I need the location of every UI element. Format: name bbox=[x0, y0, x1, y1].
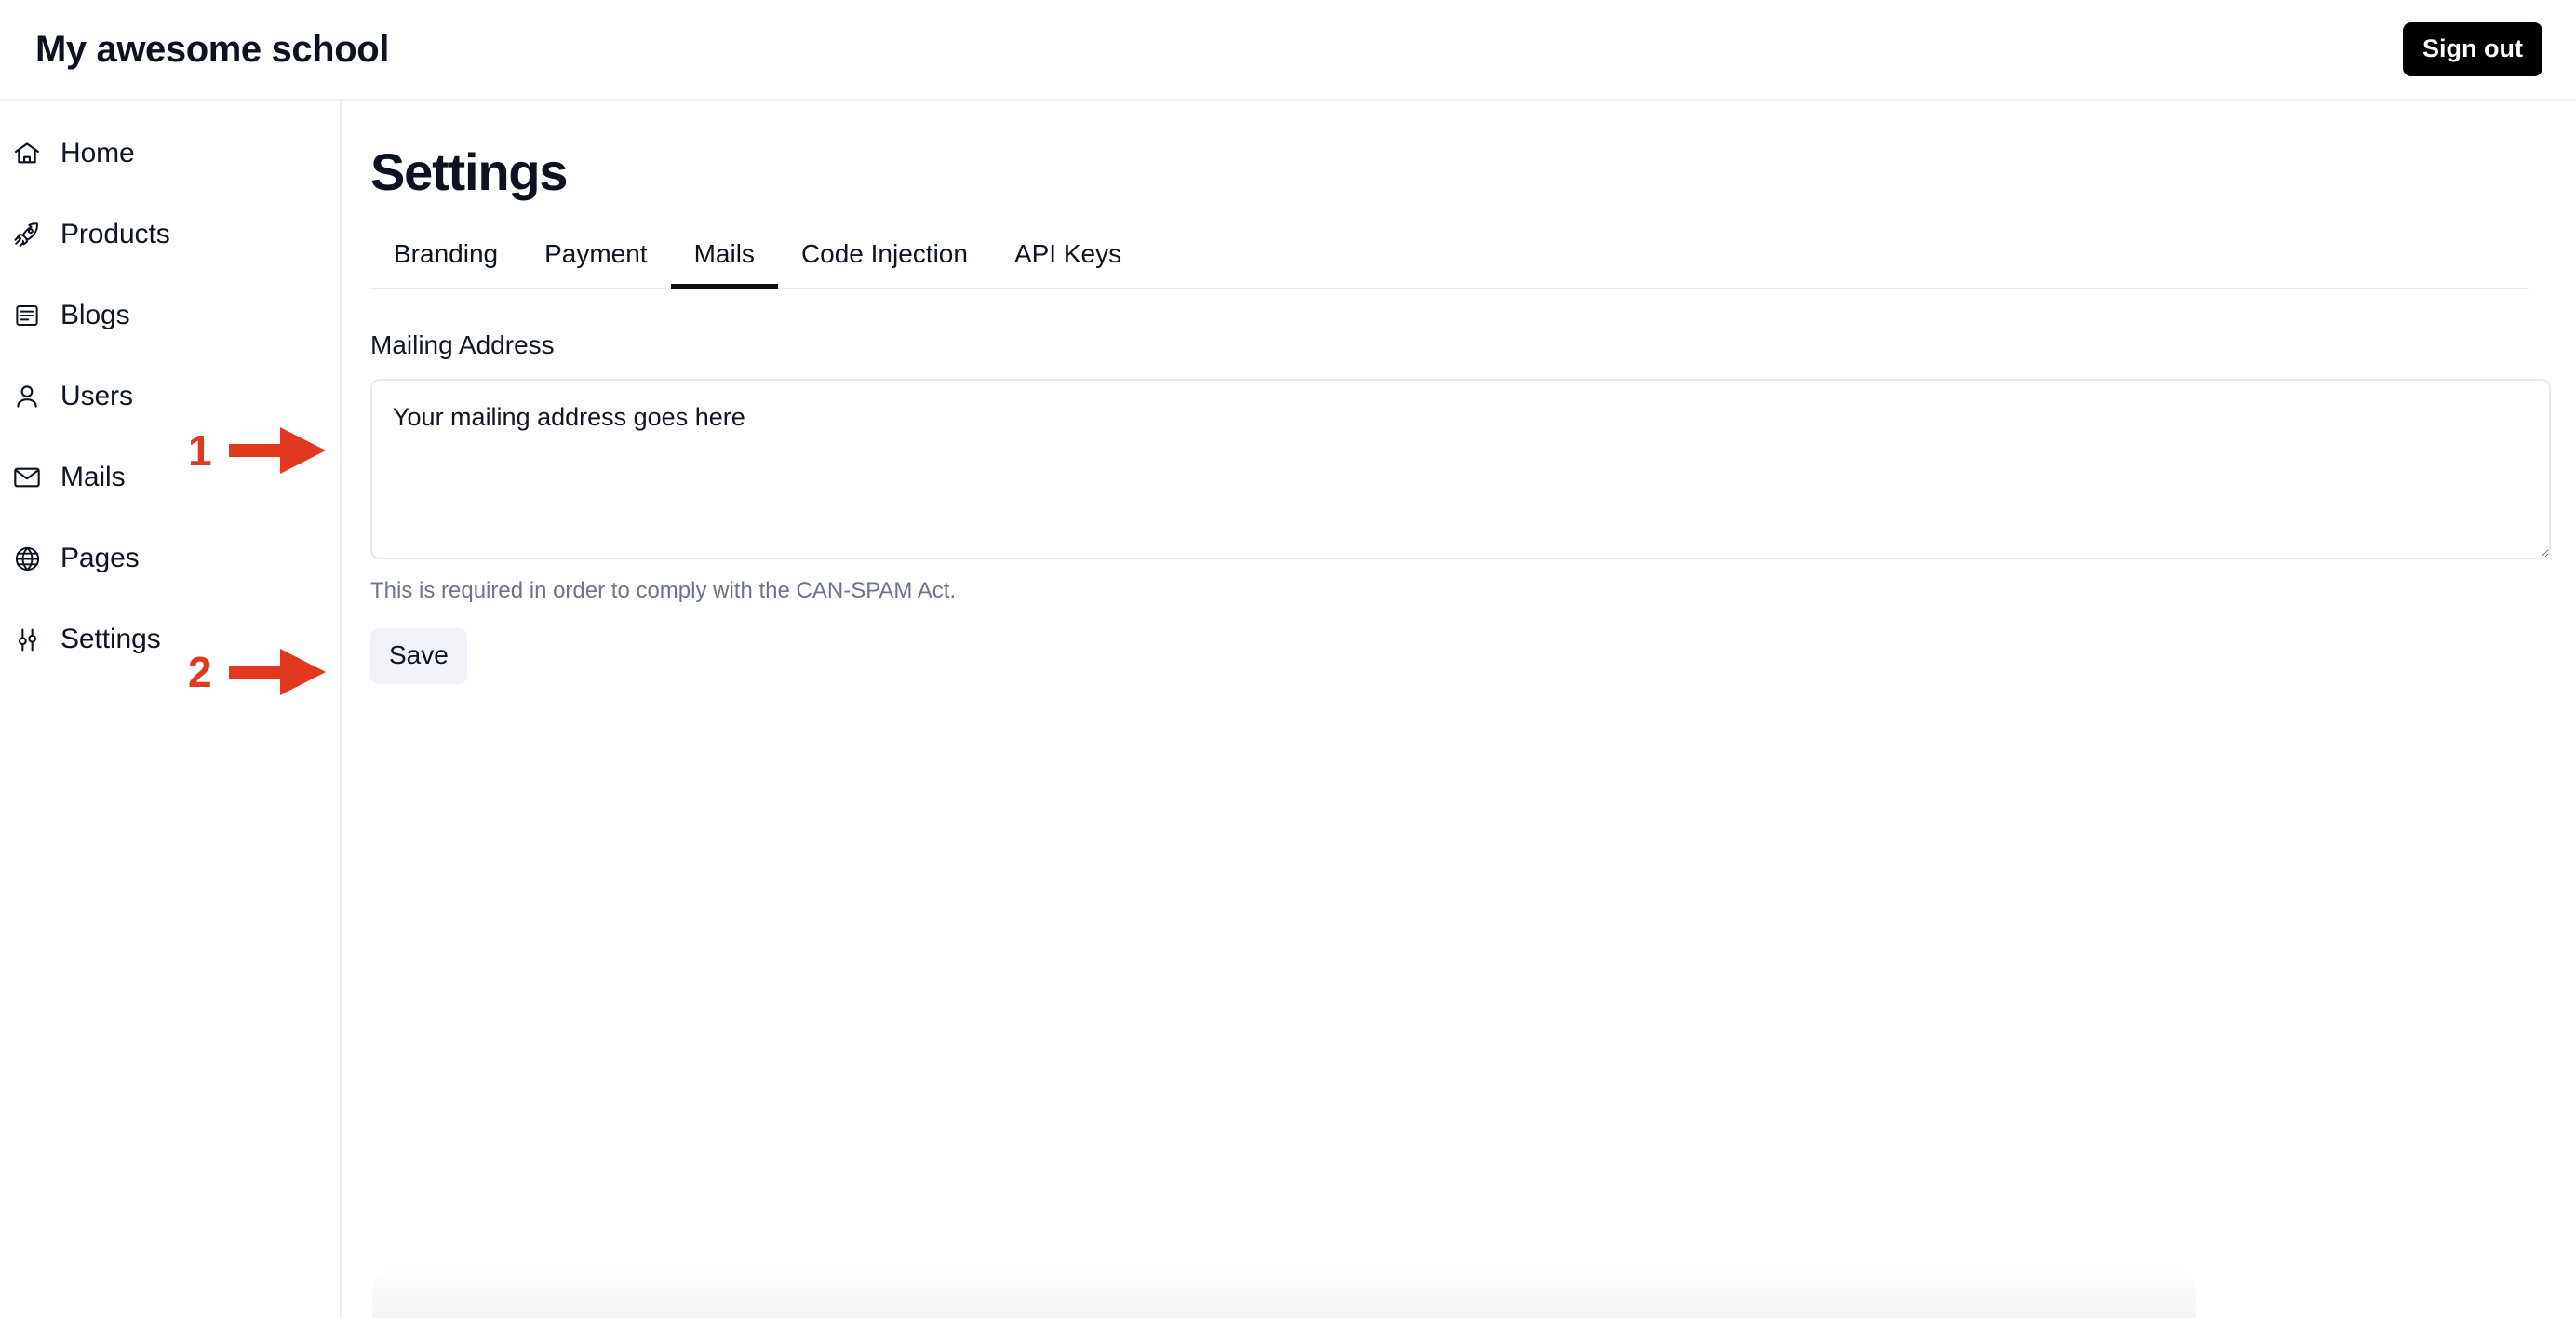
sidebar-item-label: Mails bbox=[60, 462, 126, 492]
sidebar-item-home[interactable]: Home bbox=[0, 125, 340, 182]
main-content: Settings Branding Payment Mails Code Inj… bbox=[343, 101, 2576, 1318]
home-icon bbox=[11, 138, 43, 169]
mailing-address-helper-text: This is required in order to comply with… bbox=[370, 577, 957, 603]
mailing-address-label: Mailing Address bbox=[370, 330, 555, 359]
settings-page: My awesome school Sign out Home Products… bbox=[0, 0, 2576, 1318]
sidebar-item-users[interactable]: Users bbox=[0, 368, 340, 425]
article-icon bbox=[11, 300, 43, 331]
settings-tabs: Branding Payment Mails Code Injection AP… bbox=[370, 235, 2529, 289]
sidebar-item-label: Pages bbox=[60, 543, 140, 573]
sidebar-item-label: Blogs bbox=[60, 300, 130, 330]
tab-mails[interactable]: Mails bbox=[670, 235, 779, 289]
mailing-address-field: Mailing Address This is required in orde… bbox=[370, 330, 2551, 603]
sidebar: Home Products Blogs Users Mails Pages Se… bbox=[0, 101, 342, 1318]
sign-out-button[interactable]: Sign out bbox=[2403, 22, 2542, 76]
tab-api-keys[interactable]: API Keys bbox=[991, 235, 1145, 288]
sidebar-item-mails[interactable]: Mails bbox=[0, 449, 340, 506]
sidebar-item-label: Users bbox=[60, 381, 133, 411]
globe-icon bbox=[11, 543, 43, 574]
sidebar-item-settings[interactable]: Settings bbox=[0, 611, 340, 668]
top-bar: My awesome school Sign out bbox=[0, 0, 2576, 101]
sidebar-item-pages[interactable]: Pages bbox=[0, 530, 340, 587]
sidebar-item-label: Products bbox=[60, 219, 170, 249]
sidebar-item-blogs[interactable]: Blogs bbox=[0, 287, 340, 344]
save-button[interactable]: Save bbox=[370, 627, 467, 684]
user-icon bbox=[11, 381, 43, 412]
sidebar-item-label: Settings bbox=[60, 624, 161, 654]
page-title: Settings bbox=[370, 142, 569, 201]
tab-code-injection[interactable]: Code Injection bbox=[778, 235, 991, 288]
sliders-icon bbox=[11, 624, 43, 655]
tab-branding[interactable]: Branding bbox=[370, 235, 521, 288]
sidebar-item-label: Home bbox=[60, 138, 135, 168]
rocket-icon bbox=[11, 219, 43, 250]
tab-payment[interactable]: Payment bbox=[521, 235, 671, 288]
mailing-address-textarea[interactable] bbox=[370, 378, 2551, 559]
sidebar-item-products[interactable]: Products bbox=[0, 206, 340, 263]
envelope-icon bbox=[11, 462, 43, 493]
brand-title: My awesome school bbox=[35, 29, 389, 70]
